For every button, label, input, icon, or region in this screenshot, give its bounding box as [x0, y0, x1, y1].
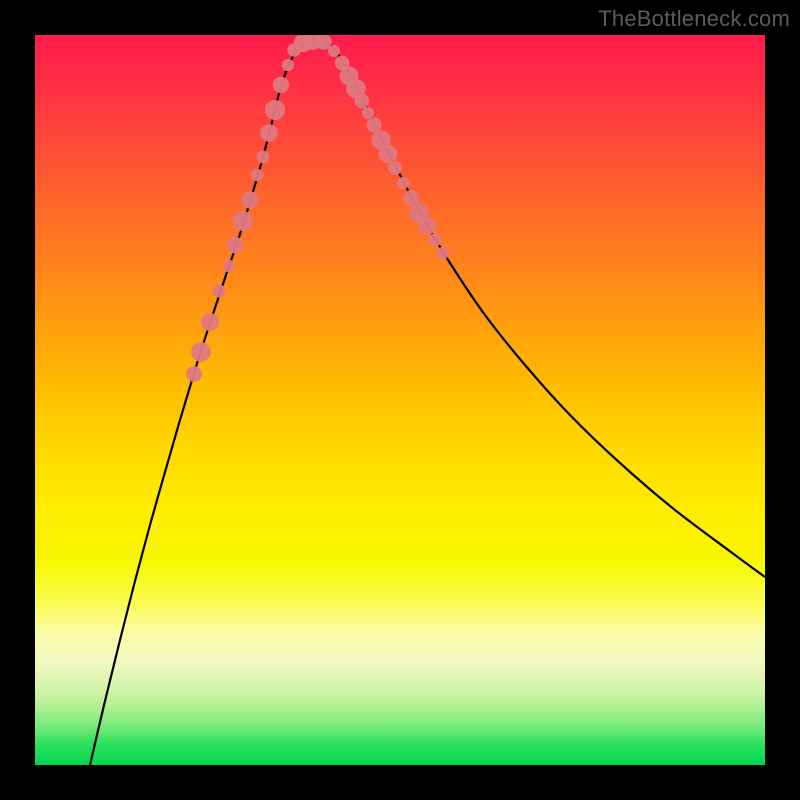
data-marker — [260, 124, 278, 142]
data-marker — [186, 366, 202, 382]
data-marker — [265, 100, 285, 120]
data-marker — [437, 247, 449, 259]
data-marker — [379, 145, 398, 164]
data-marker — [328, 45, 340, 57]
data-marker — [366, 117, 381, 132]
data-marker — [251, 169, 264, 182]
data-marker — [201, 313, 219, 331]
data-marker — [418, 217, 436, 235]
data-marker — [257, 151, 270, 164]
bottleneck-curve — [90, 39, 765, 765]
watermark-text: TheBottleneck.com — [598, 6, 790, 32]
data-marker — [212, 284, 225, 297]
data-marker — [397, 177, 409, 189]
data-marker — [241, 191, 258, 208]
markers-group — [186, 35, 449, 382]
data-marker — [223, 260, 235, 272]
chart-svg — [35, 35, 765, 765]
plot-area — [35, 35, 765, 765]
data-marker — [282, 59, 294, 71]
data-marker — [355, 94, 370, 109]
data-marker — [233, 211, 253, 231]
data-marker — [428, 233, 441, 246]
data-marker — [388, 161, 402, 175]
data-marker — [273, 77, 289, 93]
data-marker — [191, 342, 211, 362]
data-marker — [362, 107, 374, 119]
curve-group — [90, 39, 765, 765]
chart-frame: TheBottleneck.com — [0, 0, 800, 800]
data-marker — [227, 237, 244, 254]
